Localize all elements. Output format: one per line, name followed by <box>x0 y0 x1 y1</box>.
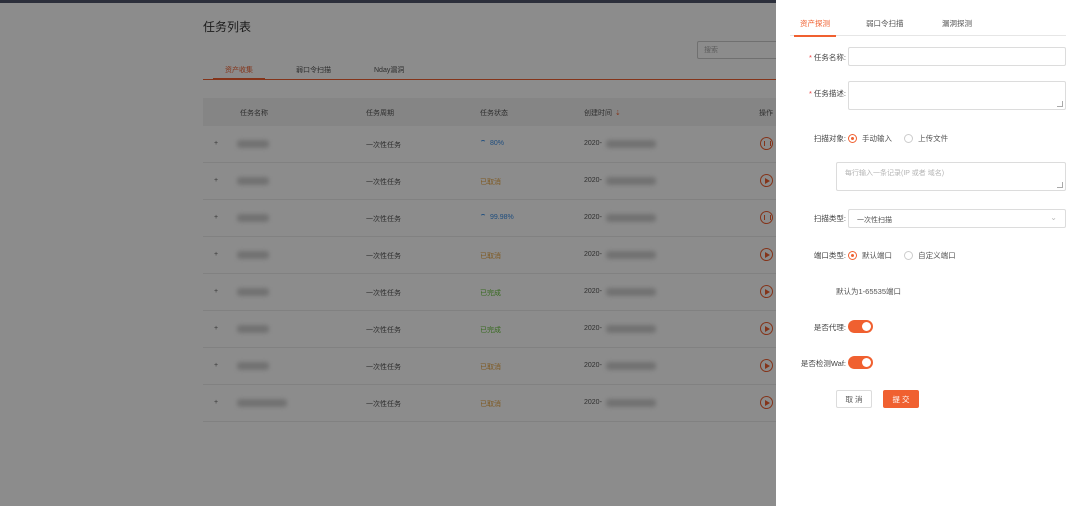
radio-custom-port[interactable]: 自定义端口 <box>904 250 956 261</box>
scan-type-select[interactable]: 一次性扫描 ⌄ <box>848 209 1066 228</box>
port-type-label: 端口类型: <box>813 251 846 260</box>
task-desc-field[interactable] <box>848 81 1066 110</box>
create-task-drawer: 资产探测 弱口令扫描 漏洞探测 * 任务名称: * 任务描述: 扫描对象: 手动输入… <box>776 0 1080 506</box>
scan-type-value: 一次性扫描 <box>857 217 892 224</box>
waf-label: 是否检测Waf: <box>800 359 846 368</box>
chevron-down-icon: ⌄ <box>1050 213 1057 222</box>
targets-placeholder: 每行输入一条记录(IP 或者 域名) <box>845 170 945 177</box>
submit-button[interactable]: 提 交 <box>883 390 919 408</box>
port-hint: 默认为1-65535端口 <box>836 287 902 296</box>
targets-field[interactable]: 每行输入一条记录(IP 或者 域名) <box>836 162 1066 191</box>
radio-upload-file[interactable]: 上传文件 <box>904 133 948 144</box>
scan-type-label: 扫描类型: <box>813 214 846 223</box>
tab-asset-probe[interactable]: 资产探测 <box>794 18 836 37</box>
scan-target-label: 扫描对象: <box>813 134 846 143</box>
proxy-label: 是否代理: <box>813 323 846 332</box>
waf-toggle[interactable] <box>848 356 873 369</box>
radio-manual-input[interactable]: 手动输入 <box>848 133 892 144</box>
proxy-toggle[interactable] <box>848 320 873 333</box>
task-desc-label: * 任务描述: <box>808 89 846 98</box>
port-type-radio-group: 默认端口 自定义端口 <box>848 250 966 262</box>
tab-weak-password-scan[interactable]: 弱口令扫描 <box>866 18 904 29</box>
task-name-label: * 任务名称: <box>808 53 846 62</box>
cancel-button[interactable]: 取 消 <box>836 390 872 408</box>
scan-target-radio-group: 手动输入 上传文件 <box>848 133 958 145</box>
drawer-tabs: 资产探测 弱口令扫描 漏洞探测 <box>790 14 1066 37</box>
modal-overlay[interactable] <box>0 3 776 506</box>
tab-vuln-probe[interactable]: 漏洞探测 <box>942 18 972 29</box>
task-name-field[interactable] <box>848 47 1066 66</box>
radio-default-port[interactable]: 默认端口 <box>848 250 892 261</box>
